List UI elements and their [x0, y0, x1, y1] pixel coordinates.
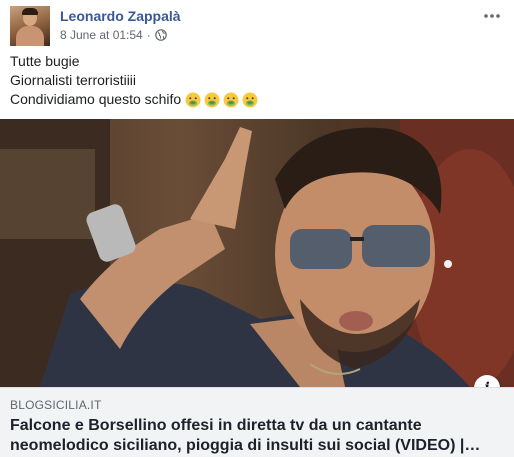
author-name[interactable]: Leonardo Zappalà: [60, 8, 181, 24]
facebook-post: Leonardo Zappalà 8 June at 01:54 · Tutte…: [0, 0, 514, 457]
meta-separator: ·: [146, 28, 151, 42]
globe-icon[interactable]: [154, 29, 167, 41]
link-title-line: Falcone e Borsellino offesi in diretta t…: [10, 417, 422, 434]
message-line: Giornalisti terroristiiii: [10, 72, 137, 88]
author-avatar[interactable]: [10, 6, 50, 46]
link-preview-card[interactable]: i BLOGSICILIA.IT Falcone e Borsellino of…: [0, 119, 514, 457]
post-header: Leonardo Zappalà 8 June at 01:54 ·: [10, 6, 504, 46]
link-preview-image[interactable]: [0, 119, 514, 387]
more-options-icon[interactable]: [480, 6, 504, 26]
message-line: Tutte bugie: [10, 53, 80, 69]
message-line: Condividiamo questo schifo: [10, 90, 504, 109]
link-preview-info[interactable]: BLOGSICILIA.IT Falcone e Borsellino offe…: [0, 387, 514, 457]
nauseated-face-emoji-icon: [204, 92, 220, 108]
post-message: Tutte bugie Giornalisti terroristiiii Co…: [10, 52, 504, 109]
emoji-group: [185, 92, 258, 108]
nauseated-face-emoji-icon: [242, 92, 258, 108]
link-title-line: neomelodico siciliano, pioggia di insult…: [10, 437, 481, 454]
nauseated-face-emoji-icon: [223, 92, 239, 108]
link-domain: BLOGSICILIA.IT: [10, 398, 102, 412]
nauseated-face-emoji-icon: [185, 92, 201, 108]
link-title[interactable]: Falcone e Borsellino offesi in diretta t…: [10, 416, 490, 456]
post-timestamp[interactable]: 8 June at 01:54: [60, 28, 143, 42]
message-line-text: Condividiamo questo schifo: [10, 91, 182, 107]
post-meta: 8 June at 01:54 ·: [60, 28, 167, 42]
